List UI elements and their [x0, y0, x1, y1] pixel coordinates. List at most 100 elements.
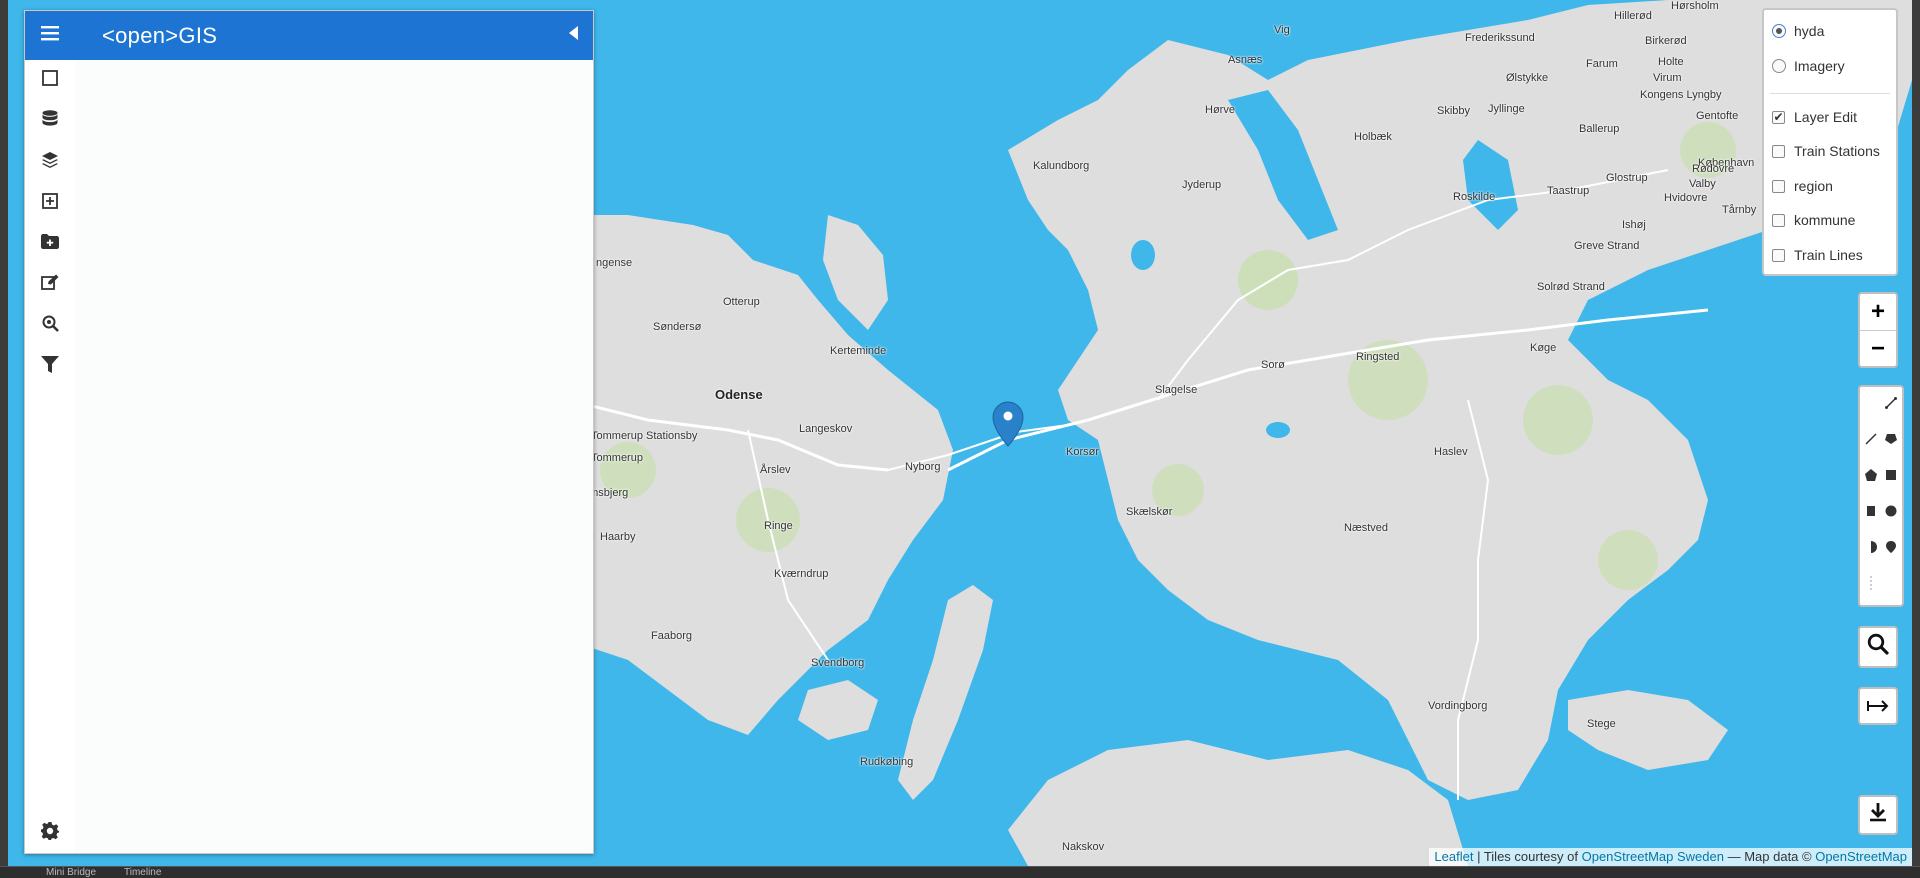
select-tool-button[interactable] [25, 60, 75, 100]
place-label: Rudkøbing [860, 756, 914, 768]
draw-rectangle-button[interactable] [1880, 459, 1902, 495]
draw-circlemarker-button[interactable] [1860, 531, 1882, 567]
checkbox[interactable] [1772, 248, 1785, 262]
place-label: Birkerød [1645, 35, 1687, 47]
place-label: Rødovre [1692, 163, 1735, 175]
search-button[interactable] [1860, 628, 1896, 666]
database-icon [42, 109, 58, 133]
place-label: Søndersø [653, 321, 702, 333]
layers-button[interactable] [25, 142, 75, 182]
draw-polygon-button[interactable] [1880, 423, 1902, 459]
base-layer-hyda[interactable]: hyda [1772, 20, 1824, 42]
edit-button[interactable] [25, 265, 75, 305]
place-label: Nakskov [1062, 841, 1105, 853]
checkbox[interactable] [1772, 213, 1785, 227]
draw-pentagon-button[interactable] [1860, 459, 1882, 495]
download-icon [1868, 801, 1888, 829]
place-label: Kerteminde [830, 345, 887, 357]
map-marker-icon [992, 401, 1024, 447]
zoom-search-button[interactable] [25, 306, 75, 346]
filter-button[interactable] [25, 347, 75, 387]
layer-divider [1770, 93, 1890, 94]
polygon-icon [1885, 432, 1897, 450]
place-label: Solrød Strand [1537, 281, 1605, 293]
overlay-train-stations[interactable]: Train Stations [1772, 140, 1880, 162]
place-label: Ringe [764, 520, 793, 532]
download-button[interactable] [1860, 797, 1896, 833]
overlay-layer-edit[interactable]: ✔ Layer Edit [1772, 106, 1857, 128]
menu-button[interactable] [25, 11, 75, 60]
osm-sweden-link[interactable]: OpenStreetMap Sweden [1582, 849, 1724, 864]
layer-label: kommune [1794, 212, 1856, 228]
osm-link[interactable]: OpenStreetMap [1815, 849, 1907, 864]
place-label: Sorø [1261, 359, 1285, 371]
draw-line-button[interactable] [1880, 387, 1902, 423]
place-label: Ringsted [1356, 351, 1400, 363]
bottom-panel-tabs: Mini Bridge Timeline [0, 866, 1920, 878]
layer-label: hyda [1794, 23, 1825, 39]
place-label: Hvidovre [1664, 192, 1708, 204]
place-label: Farum [1586, 58, 1618, 70]
layer-label: region [1794, 178, 1833, 194]
attribution-text: | Tiles courtesy of [1473, 849, 1582, 864]
collapse-panel-button[interactable] [553, 11, 593, 60]
place-label: Holbæk [1354, 131, 1392, 143]
place-label: Køge [1530, 342, 1557, 354]
add-folder-button[interactable] [25, 224, 75, 264]
add-layer-button[interactable] [25, 183, 75, 223]
download-control[interactable] [1858, 795, 1898, 835]
checkbox[interactable] [1772, 179, 1785, 193]
panel-header: <open>GIS [25, 11, 593, 60]
database-button[interactable] [25, 101, 75, 141]
place-label: Frederikssund [1465, 32, 1535, 44]
layer-label: Layer Edit [1794, 109, 1858, 125]
checkbox[interactable] [1772, 144, 1785, 158]
place-label: Ballerup [1579, 123, 1620, 135]
sidebar-panel: <open>GIS [24, 10, 594, 854]
leaflet-link[interactable]: Leaflet [1434, 849, 1473, 864]
place-label: Jyderup [1182, 179, 1222, 191]
overlay-train-lines[interactable]: Train Lines [1772, 244, 1863, 266]
place-label: Jyllinge [1488, 103, 1525, 115]
add-folder-icon [41, 234, 59, 254]
draw-marker-button[interactable] [1880, 531, 1902, 567]
overlay-region[interactable]: region [1772, 175, 1833, 197]
draw-square-button[interactable] [1860, 495, 1882, 531]
edit-icon [41, 274, 59, 296]
base-layer-imagery[interactable]: Imagery [1772, 55, 1845, 77]
settings-button[interactable] [25, 813, 75, 853]
place-label: Vig [1274, 24, 1290, 36]
place-label: Stege [1587, 718, 1616, 730]
measure-button[interactable] [1860, 689, 1896, 723]
line-icon [1885, 396, 1897, 414]
panel-content [75, 60, 593, 853]
text-icon [1868, 575, 1874, 595]
attribution-text: — Map data © [1723, 849, 1816, 864]
zoom-in-button[interactable]: + [1860, 294, 1896, 330]
draw-text-button[interactable] [1860, 567, 1882, 603]
map-search-control[interactable] [1858, 626, 1898, 668]
place-label: Årslev [760, 464, 791, 476]
measure-control[interactable] [1858, 687, 1898, 725]
place-label: Hørsholm [1671, 0, 1719, 12]
place-label: Greve Strand [1574, 240, 1640, 252]
place-label: Ishøj [1622, 219, 1646, 231]
radio-unselected[interactable] [1772, 59, 1786, 73]
draw-circle-button[interactable] [1880, 495, 1902, 531]
overlay-kommune[interactable]: kommune [1772, 209, 1855, 231]
zoom-control: + − [1858, 292, 1898, 368]
marker-icon [1885, 540, 1897, 558]
radio-selected[interactable] [1772, 24, 1786, 38]
draw-polyline-button[interactable] [1860, 423, 1882, 459]
polyline-icon [1865, 432, 1877, 450]
layer-label: Train Lines [1794, 247, 1863, 263]
checkbox-checked[interactable]: ✔ [1772, 110, 1785, 124]
place-label: Svendborg [811, 657, 865, 669]
zoom-out-button[interactable]: − [1860, 330, 1896, 366]
rectangle-icon [1885, 468, 1897, 486]
draw-toolbar [1858, 385, 1904, 607]
place-label: Slagelse [1155, 384, 1198, 396]
gear-icon [41, 821, 59, 845]
tab-mini-bridge[interactable]: Mini Bridge [46, 867, 96, 878]
tab-timeline[interactable]: Timeline [124, 867, 161, 878]
